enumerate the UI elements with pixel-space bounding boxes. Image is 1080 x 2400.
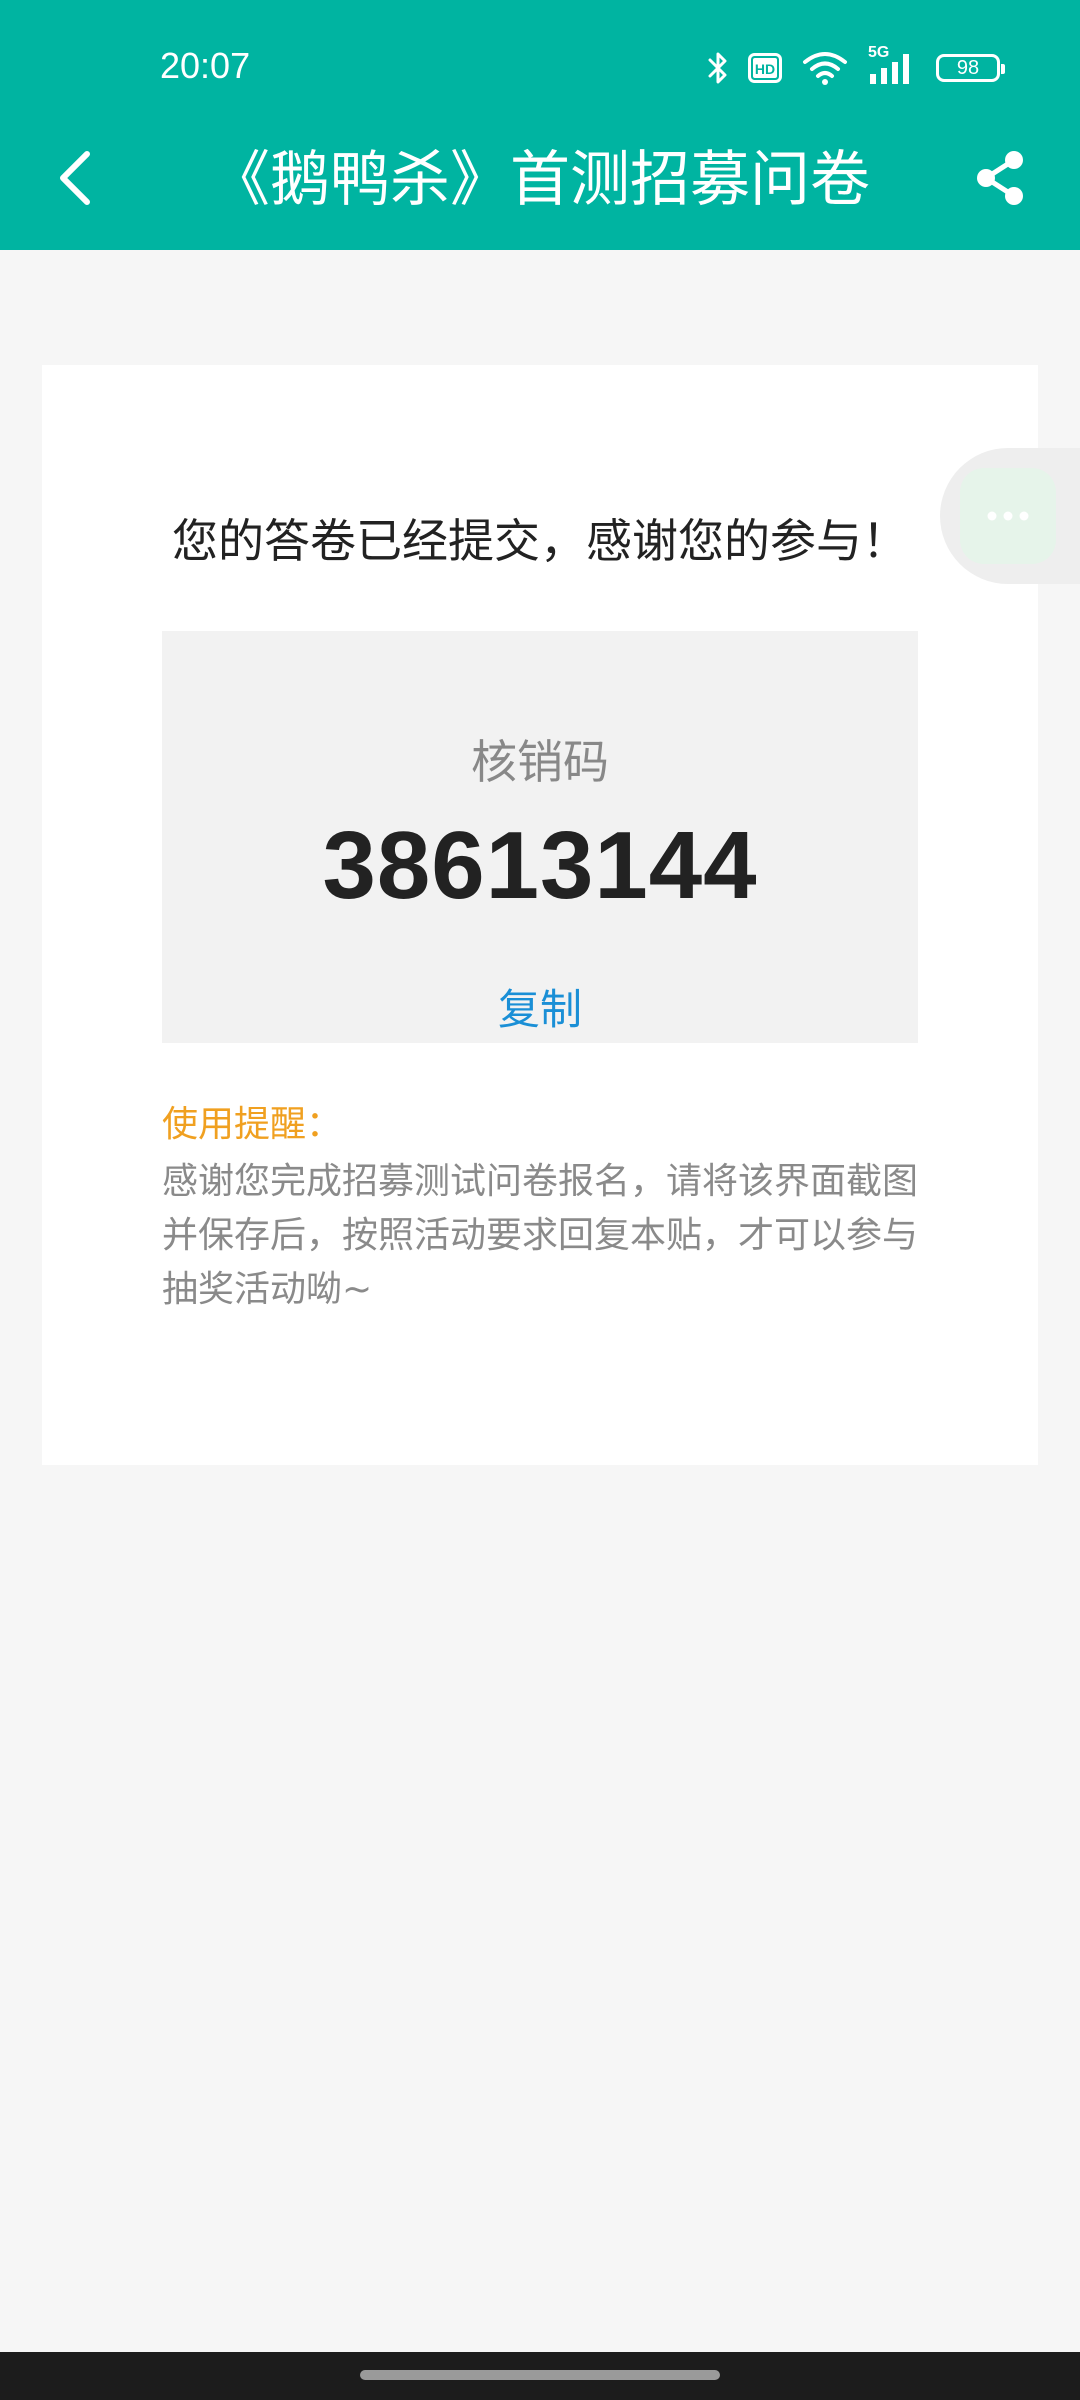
share-button[interactable]: [960, 140, 1040, 220]
hd-label: HD: [755, 61, 775, 77]
floating-more-inner: [960, 468, 1056, 564]
hd-icon: HD: [748, 53, 782, 83]
reminder-text: 感谢您完成招募测试问卷报名，请将该界面截图并保存后，按照活动要求回复本贴，才可以…: [162, 1161, 919, 1310]
cellular-signal-icon: 5G: [868, 44, 916, 88]
code-label: 核销码: [471, 735, 609, 789]
battery-icon: 98: [936, 54, 1005, 82]
floating-more-button[interactable]: [940, 448, 1080, 584]
bluetooth-icon: [708, 51, 728, 85]
status-icons: HD 5G 98: [708, 44, 1005, 90]
code-value: 38613144: [322, 812, 758, 919]
share-icon: [972, 148, 1028, 212]
page-title: 《鹅鸭杀》首测招募问卷: [210, 145, 870, 215]
battery-level: 98: [956, 56, 980, 79]
home-indicator[interactable]: [360, 2370, 720, 2380]
reminder-title: 使用提醒：: [162, 1104, 343, 1145]
submit-success-message: 您的答卷已经提交，感谢您的参与！: [172, 514, 908, 568]
result-card: 您的答卷已经提交，感谢您的参与！ 核销码 38613144 复制 使用提醒： 感…: [42, 365, 1038, 1465]
status-time: 20:07: [160, 45, 251, 86]
redemption-code-box: 核销码 38613144 复制: [162, 631, 918, 1043]
chevron-left-icon: [55, 148, 95, 212]
back-button[interactable]: [40, 140, 110, 220]
top-bar: 20:07 HD 5G 98 《鹅鸭杀》首测招募问卷: [0, 0, 1080, 250]
more-dots-icon: [986, 507, 1030, 526]
system-navigation-bar: [0, 2352, 1080, 2400]
screen: 20:07 HD 5G 98 《鹅鸭杀》首测招募问卷 您的答卷已经提交，感谢您的…: [0, 0, 1080, 2400]
copy-button[interactable]: 复制: [162, 976, 918, 1037]
wifi-icon: [802, 50, 848, 86]
